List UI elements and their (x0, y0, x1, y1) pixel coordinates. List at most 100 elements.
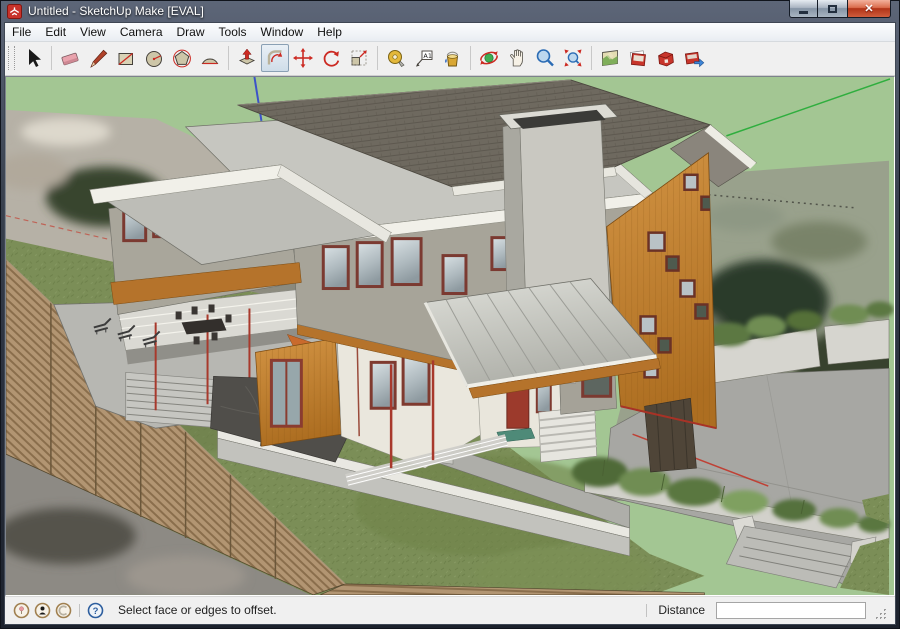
tape-measure-icon (385, 47, 407, 69)
photo-textures-icon (627, 47, 649, 69)
paint-bucket-icon (441, 47, 463, 69)
menu-window[interactable]: Window (254, 24, 311, 40)
add-location-map-icon (599, 47, 621, 69)
share-model-tool-button[interactable] (680, 44, 708, 72)
close-icon: ✕ (864, 2, 873, 15)
window (667, 256, 679, 270)
toolbar-separator (470, 46, 471, 70)
title-bar[interactable]: Untitled - SketchUp Make [EVAL] (0, 0, 900, 22)
resize-grip[interactable] (875, 608, 887, 620)
pencil-icon (87, 47, 109, 69)
toolbar-grip[interactable] (8, 46, 15, 70)
push-pull-icon (236, 47, 258, 69)
paint-bucket-tool-button[interactable] (438, 44, 466, 72)
circle-icon (143, 47, 165, 69)
rotate-icon (320, 47, 342, 69)
toolbar: A1 (5, 42, 895, 76)
eraser-tool-button[interactable] (56, 44, 84, 72)
geolocation-status-icon[interactable] (13, 602, 30, 619)
select-tool-button[interactable] (19, 44, 47, 72)
orbit-icon (478, 47, 500, 69)
push-pull-tool-button[interactable] (233, 44, 261, 72)
statusbar-separator (79, 604, 80, 617)
toolbar-separator (51, 46, 52, 70)
eraser-icon (59, 47, 81, 69)
menu-bar: File Edit View Camera Draw Tools Window … (5, 23, 895, 42)
text-tool-button[interactable]: A1 (410, 44, 438, 72)
move-icon (292, 47, 314, 69)
toolbar-separator (377, 46, 378, 70)
window-title: Untitled - SketchUp Make [EVAL] (28, 4, 204, 18)
add-location-tool-button[interactable] (596, 44, 624, 72)
menu-edit[interactable]: Edit (38, 24, 73, 40)
window (403, 356, 429, 404)
menu-camera[interactable]: Camera (113, 24, 170, 40)
text-tool-icon: A1 (413, 47, 435, 69)
window (443, 255, 466, 293)
share-model-icon (683, 47, 705, 69)
measurement-label: Distance (658, 603, 705, 617)
window (323, 246, 348, 288)
statusbar-separator (646, 604, 647, 617)
move-tool-button[interactable] (289, 44, 317, 72)
toolbar-separator (591, 46, 592, 70)
zoom-magnifier-icon (534, 47, 556, 69)
line-tool-button[interactable] (84, 44, 112, 72)
close-button[interactable]: ✕ (847, 0, 891, 18)
window (680, 280, 694, 296)
sketchup-logo-icon (7, 4, 22, 19)
window (695, 304, 707, 318)
window (357, 242, 382, 286)
offset-icon (264, 47, 286, 69)
client-area: File Edit View Camera Draw Tools Window … (4, 22, 896, 625)
photo-textures-tool-button[interactable] (624, 44, 652, 72)
menu-draw[interactable]: Draw (170, 24, 212, 40)
window (659, 338, 671, 352)
get-models-tool-button[interactable] (652, 44, 680, 72)
model-scene (6, 77, 894, 595)
toolbar-separator (228, 46, 229, 70)
menu-tools[interactable]: Tools (212, 24, 254, 40)
orbit-tool-button[interactable] (475, 44, 503, 72)
arc-icon (199, 47, 221, 69)
tape-measure-tool-button[interactable] (382, 44, 410, 72)
circle-tool-button[interactable] (140, 44, 168, 72)
maximize-icon (828, 5, 837, 13)
pan-tool-button[interactable] (503, 44, 531, 72)
polygon-icon (171, 47, 193, 69)
polygon-tool-button[interactable] (168, 44, 196, 72)
arc-tool-button[interactable] (196, 44, 224, 72)
window-controls: ✕ (789, 0, 891, 18)
rotate-tool-button[interactable] (317, 44, 345, 72)
rectangle-tool-button[interactable] (112, 44, 140, 72)
sign-in-status-icon[interactable] (55, 602, 72, 619)
measurement-input[interactable] (716, 602, 866, 619)
svg-text:A1: A1 (423, 52, 432, 60)
menu-view[interactable]: View (73, 24, 113, 40)
select-arrow-icon (22, 47, 44, 69)
zoom-extents-icon (562, 47, 584, 69)
sketchup-window: Untitled - SketchUp Make [EVAL] ✕ File E… (0, 0, 900, 629)
zoom-extents-tool-button[interactable] (559, 44, 587, 72)
status-bar: ? Select face or edges to offset. Distan… (5, 596, 895, 624)
minimize-button[interactable] (789, 0, 818, 18)
menu-file[interactable]: File (5, 24, 38, 40)
pan-hand-icon (506, 47, 528, 69)
zoom-tool-button[interactable] (531, 44, 559, 72)
credits-status-icon[interactable] (34, 602, 51, 619)
maximize-button[interactable] (818, 0, 847, 18)
slat-trellis (539, 406, 597, 462)
get-models-warehouse-icon (655, 47, 677, 69)
window (649, 232, 665, 250)
window (392, 238, 421, 284)
minimize-icon (799, 11, 808, 14)
scale-tool-button[interactable] (345, 44, 373, 72)
window (641, 316, 656, 333)
offset-tool-button[interactable] (261, 44, 289, 72)
window (684, 175, 697, 190)
status-message: Select face or edges to offset. (118, 603, 639, 617)
help-icon[interactable]: ? (87, 602, 104, 619)
menu-help[interactable]: Help (310, 24, 349, 40)
scale-icon (348, 47, 370, 69)
3d-viewport[interactable] (5, 76, 895, 596)
